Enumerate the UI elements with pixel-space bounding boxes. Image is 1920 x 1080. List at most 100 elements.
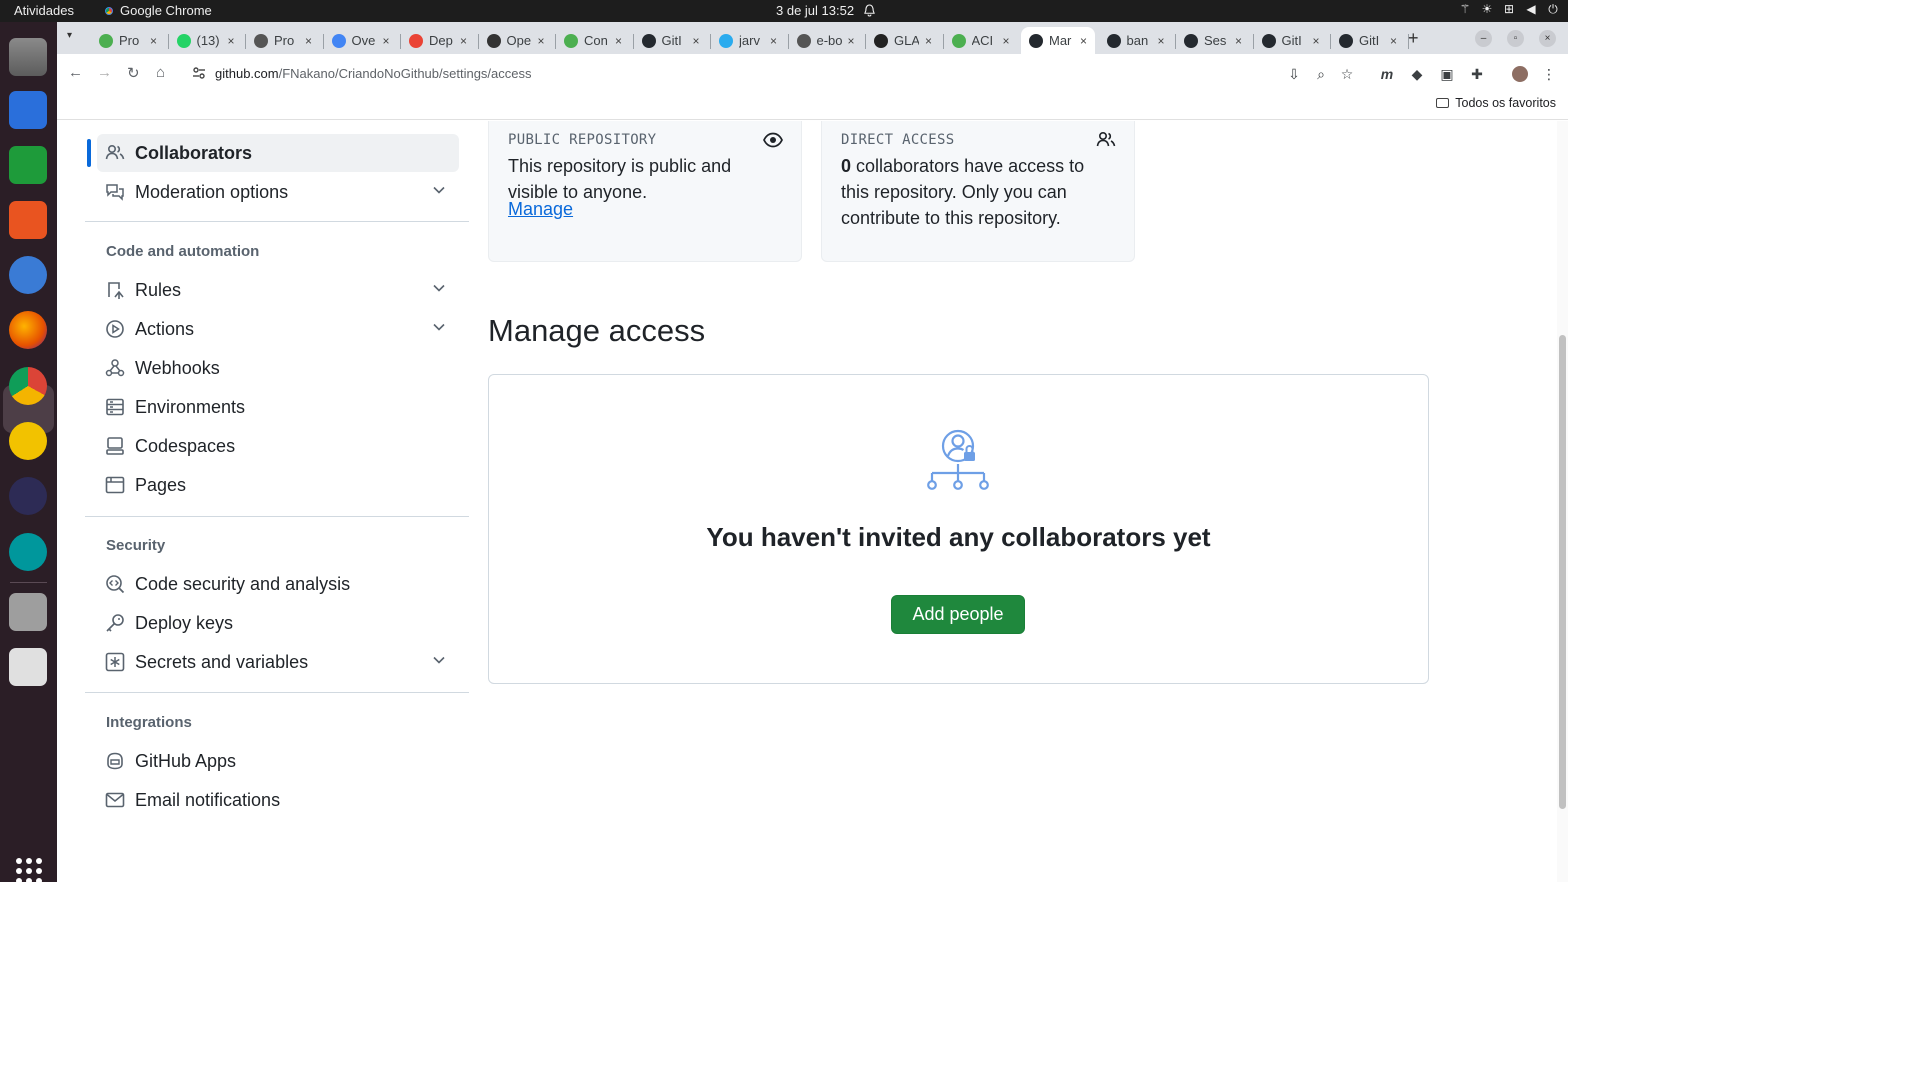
install-app-icon[interactable]: ⇩ (1286, 66, 1302, 82)
extension-box-icon[interactable]: ▣ (1439, 66, 1455, 82)
tab-close-icon[interactable]: × (1003, 34, 1010, 48)
chevron-down-icon[interactable] (433, 654, 445, 666)
address-bar[interactable]: github.com/FNakano/CriandoNoGithub/setti… (184, 58, 1424, 88)
browser-tab[interactable]: Ses × (1176, 27, 1246, 54)
ssd-drive-icon[interactable] (9, 593, 47, 631)
browser-tab[interactable]: Con × (556, 27, 626, 54)
tab-close-icon[interactable]: × (693, 34, 700, 48)
tab-close-icon[interactable]: × (305, 34, 312, 48)
sidebar-item-collaborators[interactable]: Collaborators (97, 134, 459, 172)
power-icon[interactable]: ⏻ (1546, 2, 1560, 18)
browser-tab[interactable]: GLA × (866, 27, 936, 54)
sidebar-item-secrets[interactable]: Secrets and variables (97, 643, 459, 681)
tab-close-icon[interactable]: × (150, 34, 157, 48)
sidebar-item-deploy-keys[interactable]: Deploy keys (97, 604, 459, 642)
chrome-menu-icon[interactable]: ⋮ (1541, 66, 1557, 82)
browser-tab[interactable]: Pro × (91, 27, 161, 54)
browser-tab[interactable]: GitI × (1254, 27, 1324, 54)
sidebar-item-email-notifications[interactable]: Email notifications (97, 781, 459, 819)
zoom-icon[interactable]: ⌕ (1313, 66, 1329, 82)
chevron-down-icon[interactable] (433, 282, 445, 294)
tab-close-icon[interactable]: × (1390, 34, 1397, 48)
back-icon[interactable]: ← (68, 64, 83, 81)
maximize-button[interactable]: ▫ (1507, 30, 1524, 47)
tab-close-icon[interactable]: × (1313, 34, 1320, 48)
page-scrollbar[interactable] (1557, 121, 1568, 882)
help-icon[interactable] (9, 256, 47, 294)
browser-tab[interactable]: Ope × (479, 27, 549, 54)
chrome-dock-icon[interactable] (9, 367, 47, 405)
extensions-puzzle-icon[interactable]: ✚ (1469, 66, 1485, 82)
network-icon[interactable]: ⊞ (1502, 2, 1516, 18)
browser-tab[interactable]: Dep × (401, 27, 471, 54)
extension-icon[interactable]: ⚚ (1458, 2, 1472, 18)
browser-tab[interactable]: ACI × (944, 27, 1014, 54)
app-center-icon[interactable] (9, 201, 47, 239)
chevron-down-icon[interactable] (433, 184, 445, 196)
browser-tab[interactable]: GitI × (634, 27, 704, 54)
tab-close-icon[interactable]: × (460, 34, 467, 48)
tab-close-icon[interactable]: × (1235, 34, 1242, 48)
tab-close-icon[interactable]: × (1158, 34, 1165, 48)
tab-close-icon[interactable]: × (1080, 34, 1087, 48)
extension-bird-icon[interactable]: ◆ (1409, 66, 1425, 82)
files-icon[interactable] (9, 38, 47, 76)
tab-close-icon[interactable]: × (383, 34, 390, 48)
tab-search-icon[interactable]: ▾ (67, 30, 83, 46)
sidebar-item-rules[interactable]: Rules (97, 271, 459, 309)
all-bookmarks-button[interactable]: Todos os favoritos (1436, 96, 1556, 110)
browser-tab[interactable]: e-bo × (789, 27, 859, 54)
brightness-icon[interactable]: ☀ (1480, 2, 1494, 18)
forward-icon[interactable]: → (97, 64, 112, 81)
sidebar-item-moderation[interactable]: Moderation options (97, 173, 459, 211)
browser-tab[interactable]: Pro × (246, 27, 316, 54)
sidebar-item-codespaces[interactable]: Codespaces (97, 427, 459, 465)
site-info-icon[interactable] (192, 66, 206, 80)
close-window-button[interactable]: × (1539, 30, 1556, 47)
manage-link[interactable]: Manage (508, 199, 573, 220)
url-text[interactable]: github.com/FNakano/CriandoNoGithub/setti… (215, 66, 532, 81)
browser-tab[interactable]: GitI × (1331, 27, 1401, 54)
sidebar-item-github-apps[interactable]: GitHub Apps (97, 742, 459, 780)
sidebar-item-pages[interactable]: Pages (97, 466, 459, 504)
browser-tab[interactable]: jarv × (711, 27, 781, 54)
tab-close-icon[interactable]: × (770, 34, 777, 48)
show-apps-icon[interactable] (16, 858, 42, 884)
sidebar-item-actions[interactable]: Actions (97, 310, 459, 348)
browser-tab[interactable]: Mar × (1021, 27, 1095, 54)
volume-icon[interactable]: ◀ (1524, 2, 1538, 18)
eclipse-icon[interactable] (9, 477, 47, 515)
home-icon[interactable]: ⌂ (156, 64, 165, 81)
arduino-icon[interactable] (9, 533, 47, 571)
browser-tab[interactable]: Ove × (324, 27, 394, 54)
sidebar-item-code-security[interactable]: Code security and analysis (97, 565, 459, 603)
notification-bell-icon[interactable] (864, 4, 875, 17)
tab-close-icon[interactable]: × (848, 34, 855, 48)
trash-icon[interactable] (9, 648, 47, 686)
add-people-button[interactable]: Add people (891, 595, 1025, 634)
clock[interactable]: 3 de jul 13:52 (776, 3, 854, 18)
writer-icon[interactable] (9, 91, 47, 129)
sidebar-item-webhooks[interactable]: Webhooks (97, 349, 459, 387)
scrollbar-thumb[interactable] (1559, 335, 1566, 809)
chevron-down-icon[interactable] (433, 321, 445, 333)
firefox-icon[interactable] (9, 311, 47, 349)
browser-tab[interactable]: ban × (1099, 27, 1169, 54)
tab-close-icon[interactable]: × (925, 34, 932, 48)
bookmark-star-icon[interactable]: ☆ (1339, 66, 1355, 82)
activities-button[interactable]: Atividades (14, 3, 74, 18)
tab-close-icon[interactable]: × (615, 34, 622, 48)
tab-close-icon[interactable]: × (228, 34, 235, 48)
minimize-button[interactable]: – (1475, 30, 1492, 47)
tab-close-icon[interactable]: × (538, 34, 545, 48)
system-tray[interactable]: ⚚ ☀ ⊞ ◀ ⏻ (1458, 2, 1560, 18)
genie-icon[interactable] (9, 422, 47, 460)
profile-avatar[interactable] (1512, 66, 1528, 82)
browser-tab[interactable]: (13) × (169, 27, 239, 54)
app-menu[interactable]: Google Chrome (103, 3, 212, 18)
new-tab-button[interactable]: + (1408, 28, 1419, 49)
sidebar-item-environments[interactable]: Environments (97, 388, 459, 426)
reload-icon[interactable]: ↻ (127, 64, 140, 82)
calc-icon[interactable] (9, 146, 47, 184)
extension-m-icon[interactable]: m (1379, 66, 1395, 82)
